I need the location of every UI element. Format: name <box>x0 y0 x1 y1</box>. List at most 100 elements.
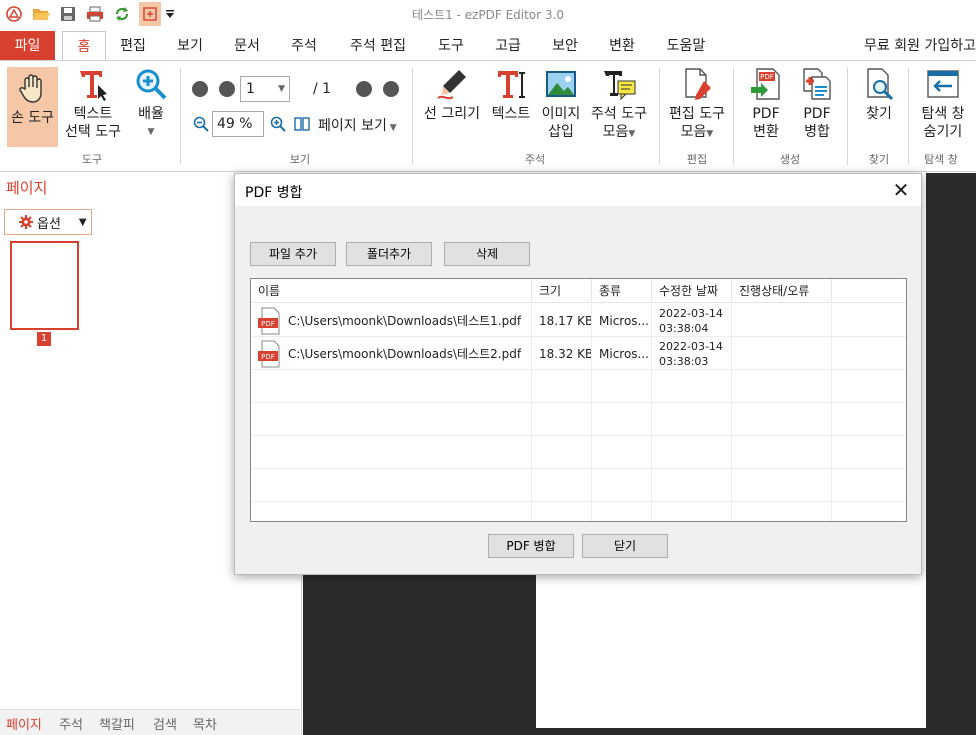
zoom-out-icon[interactable] <box>193 116 209 132</box>
zoom-in-icon <box>136 69 167 100</box>
gear-icon <box>19 215 33 229</box>
signup-link[interactable]: 무료 회원 가입하고 <box>864 31 976 61</box>
text-select-label-2: 선택 도구 <box>65 124 121 140</box>
find-icon <box>867 68 894 101</box>
group-label-tools: 도구 <box>81 153 103 166</box>
tab-edit[interactable]: 편집 <box>110 31 156 61</box>
pdf-convert-button[interactable]: PDF PDF 변환 <box>740 67 792 141</box>
options-label: 옵션 <box>37 216 61 232</box>
close-icon[interactable]: ✕ <box>887 176 915 204</box>
tab-security[interactable]: 보안 <box>542 31 588 61</box>
next-page-icon[interactable] <box>356 81 372 97</box>
hand-tool-label: 손 도구 <box>10 110 55 126</box>
tab-tools[interactable]: 도구 <box>428 31 474 61</box>
group-separator <box>847 67 848 165</box>
tab-search[interactable]: 검색 <box>153 714 177 733</box>
window-title: 테스트1 - ezPDF Editor 3.0 <box>411 8 564 22</box>
empty-row <box>251 370 906 403</box>
tab-document[interactable]: 문서 <box>224 31 270 61</box>
title-bar: 테스트1 - ezPDF Editor 3.0 <box>0 0 976 28</box>
insert-image-label-2: 삽입 <box>548 124 574 140</box>
ribbon: 손 도구 텍스트 선택 도구 배율 ▼ 도구 1 ▼ / 1 49 % 페이지 … <box>0 60 976 172</box>
text-select-icon <box>80 71 107 101</box>
tab-pages[interactable]: 페이지 <box>6 714 42 733</box>
tab-annotation-edit[interactable]: 주석 편집 <box>338 31 418 61</box>
empty-row <box>251 469 906 502</box>
column-name[interactable]: 이름 <box>251 279 532 303</box>
group-label-nav: 탐색 창 <box>924 153 958 166</box>
column-modified-date[interactable]: 수정한 날짜 <box>652 279 732 303</box>
tab-annotations[interactable]: 주석 <box>59 714 83 733</box>
insert-image-button[interactable]: 이미지 삽입 <box>538 67 584 141</box>
pdf-merge-dialog: PDF 병합 ✕ 파일 추가 폴더추가 삭제 이름 크기 종류 수정한 날짜 진… <box>234 173 922 575</box>
empty-row <box>251 502 906 521</box>
tab-annotation[interactable]: 주석 <box>281 31 327 61</box>
edit-tools-icon <box>685 68 711 100</box>
draw-line-button[interactable]: 선 그리기 <box>420 67 484 123</box>
text-button[interactable]: 텍스트 <box>488 67 534 123</box>
file-list[interactable]: 이름 크기 종류 수정한 날짜 진행상태/오류 PDF C:\Users\moo… <box>250 278 907 522</box>
page-view-icon <box>294 117 310 131</box>
table-row[interactable]: PDF C:\Users\moonk\Downloads\테스트2.pdf 18… <box>251 337 906 370</box>
edit-tools-label-1: 편집 도구 <box>669 106 725 122</box>
previous-page-icon[interactable] <box>219 81 235 97</box>
ribbon-tabs: 파일 홈 편집 보기 문서 주석 주석 편집 도구 고급 보안 변환 도움말 무… <box>0 31 976 62</box>
column-status[interactable]: 진행상태/오류 <box>732 279 832 303</box>
group-label-view: 보기 <box>289 153 311 166</box>
tab-file[interactable]: 파일 <box>0 31 55 61</box>
text-icon <box>498 71 525 98</box>
last-page-icon[interactable] <box>383 81 399 97</box>
text-select-tool-button[interactable]: 텍스트 선택 도구 <box>60 67 126 141</box>
pdf-merge-icon <box>803 68 831 100</box>
zoom-level-input[interactable]: 49 % <box>212 111 264 137</box>
merge-pdf-button[interactable]: PDF 병합 <box>488 534 574 558</box>
edit-tools-button[interactable]: 편집 도구 모음▼ <box>664 67 730 143</box>
zoom-button[interactable]: 배율 ▼ <box>128 67 174 141</box>
first-page-icon[interactable] <box>192 81 208 97</box>
page-number-input[interactable]: 1 ▼ <box>240 76 290 102</box>
group-separator <box>908 67 909 165</box>
pdf-merge-button[interactable]: PDF 병합 <box>794 67 840 141</box>
text-label: 텍스트 <box>491 106 531 122</box>
text-select-label-1: 텍스트 <box>73 106 113 122</box>
hide-nav-label-1: 탐색 창 <box>921 106 965 122</box>
find-button[interactable]: 찾기 <box>856 67 902 123</box>
page-view-button[interactable]: 페이지 보기 ▼ <box>318 115 397 135</box>
cell-name: PDF C:\Users\moonk\Downloads\테스트2.pdf <box>251 337 532 370</box>
delete-button[interactable]: 삭제 <box>444 242 530 266</box>
annotation-tools-button[interactable]: 주석 도구 모음▼ <box>586 67 652 143</box>
options-button[interactable]: 옵션 ▼ <box>4 209 92 235</box>
empty-row <box>251 436 906 469</box>
hide-nav-window-button[interactable]: 탐색 창 숨기기 <box>914 67 972 141</box>
dialog-header: PDF 병합 ✕ <box>235 174 921 206</box>
cell-status <box>732 337 832 370</box>
cell-name: PDF C:\Users\moonk\Downloads\테스트1.pdf <box>251 304 532 337</box>
dialog-title: PDF 병합 <box>245 185 303 201</box>
hand-tool-button[interactable]: 손 도구 <box>7 67 58 147</box>
panel-title: 페이지 <box>6 179 48 197</box>
pdf-merge-label-1: PDF <box>803 106 831 122</box>
group-separator <box>412 67 413 165</box>
tab-bookmarks[interactable]: 책갈피 <box>99 714 135 733</box>
hide-panel-icon <box>927 70 959 98</box>
column-size[interactable]: 크기 <box>532 279 592 303</box>
draw-line-label: 선 그리기 <box>424 106 480 122</box>
tab-convert[interactable]: 변환 <box>599 31 645 61</box>
edit-tools-label-2: 모음▼ <box>680 124 714 140</box>
cell-type: Micros... <box>592 304 652 337</box>
add-folder-button[interactable]: 폴더추가 <box>346 242 432 266</box>
zoom-in-small-icon[interactable] <box>270 116 286 132</box>
tab-home[interactable]: 홈 <box>62 31 106 62</box>
tab-advanced[interactable]: 고급 <box>485 31 531 61</box>
tab-view[interactable]: 보기 <box>167 31 213 61</box>
tab-toc[interactable]: 목차 <box>193 714 217 733</box>
add-file-button[interactable]: 파일 추가 <box>250 242 336 266</box>
column-type[interactable]: 종류 <box>592 279 652 303</box>
image-icon <box>546 71 576 97</box>
table-row[interactable]: PDF C:\Users\moonk\Downloads\테스트1.pdf 18… <box>251 304 906 337</box>
close-dialog-button[interactable]: 닫기 <box>582 534 668 558</box>
page-thumbnail[interactable] <box>10 241 79 330</box>
pdf-merge-label-2: 병합 <box>804 124 830 140</box>
pdf-convert-label-2: 변환 <box>753 124 779 140</box>
tab-help[interactable]: 도움말 <box>656 31 716 61</box>
